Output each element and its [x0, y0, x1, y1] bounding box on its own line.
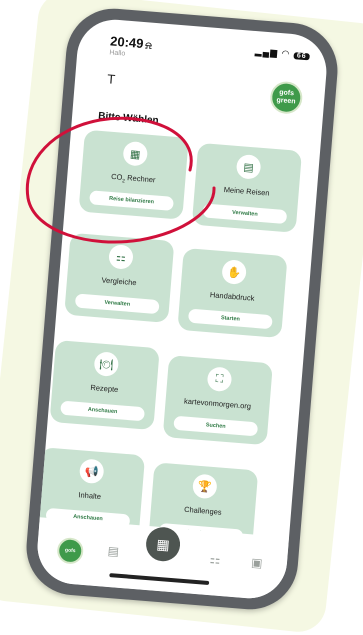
tab-logo-text-top: gofs: [64, 547, 76, 555]
stage: 20:49⍾ Hallo ▂▄▆ ◠ 66 T gofs green Bitte…: [0, 0, 363, 627]
bell-off-icon: ⍾: [144, 40, 153, 52]
compare-icon: ⚏: [108, 244, 134, 270]
status-icons: ▂▄▆ ◠ 66: [255, 46, 311, 61]
battery-icon: 66: [293, 52, 310, 61]
card-rezepte[interactable]: 🍽 Rezepte Anschauen: [49, 340, 160, 431]
card-label: Vergleiche: [101, 275, 137, 288]
page-title: T: [106, 71, 116, 87]
card-kartevonmorgen[interactable]: ⛶ kartevonmorgen.org Suchen: [162, 355, 273, 446]
map-icon: ⛶: [206, 366, 233, 393]
calculator-icon: ▦: [122, 140, 149, 167]
signal-icon: ▂▄▆: [254, 46, 279, 58]
card-label: Rezepte: [90, 382, 119, 395]
brand-logo[interactable]: gofs green: [269, 80, 304, 115]
reise-bilanzieren-button[interactable]: Reise bilanzieren: [89, 190, 174, 211]
card-label: Inhalte: [78, 490, 102, 502]
anschauen-button[interactable]: Anschauen: [60, 400, 145, 422]
card-label: Meine Reisen: [223, 184, 270, 198]
card-co2-rechner[interactable]: ▦ CO2 Rechner Reise bilanzieren: [78, 129, 189, 220]
card-label: Challenges: [183, 504, 222, 517]
card-meine-reisen[interactable]: ▤ Meine Reisen Verwalten: [191, 142, 303, 233]
verwalten-button[interactable]: Verwalten: [202, 203, 288, 225]
wifi-icon: ◠: [281, 48, 291, 59]
home-logo-icon[interactable]: gofs: [56, 536, 85, 565]
recipe-icon: 🍽: [93, 351, 120, 378]
card-label: Handabdruck: [209, 290, 255, 303]
time-text: 20:49: [109, 33, 145, 52]
phone-screen: 20:49⍾ Hallo ▂▄▆ ◠ 66 T gofs green Bitte…: [34, 16, 330, 602]
compare-tab-icon[interactable]: ⚏: [204, 549, 226, 571]
content-tab-icon[interactable]: ▣: [246, 552, 268, 574]
logo-text-bottom: green: [276, 96, 296, 106]
feature-grid: ▦ CO2 Rechner Reise bilanzieren ▤ Meine …: [34, 129, 306, 553]
phone-frame: 20:49⍾ Hallo ▂▄▆ ◠ 66 T gofs green Bitte…: [22, 5, 342, 613]
hand-icon: ✋: [221, 259, 248, 285]
calculator-fab-icon[interactable]: ▦: [144, 525, 182, 563]
section-title: Bitte Wählen: [97, 110, 160, 127]
card-vergleiche[interactable]: ⚏ Vergleiche Verwalten: [64, 232, 175, 323]
megaphone-icon: 📢: [78, 458, 105, 485]
verwalten-button[interactable]: Verwalten: [74, 293, 160, 315]
trips-tab-icon[interactable]: ▤: [103, 541, 125, 563]
card-label: kartevonmorgen.org: [183, 396, 252, 411]
card-handabdruck[interactable]: ✋ Handabdruck Starten: [177, 247, 288, 339]
status-bar: 20:49⍾ Hallo ▂▄▆ ◠ 66: [99, 33, 310, 74]
greeting: Hallo: [109, 49, 126, 58]
card-label: CO2 Rechner: [110, 171, 156, 185]
trips-icon: ▤: [235, 153, 262, 180]
suchen-button[interactable]: Suchen: [173, 415, 259, 437]
home-indicator: [109, 573, 210, 586]
trophy-icon: 🏆: [191, 473, 218, 500]
starten-button[interactable]: Starten: [187, 308, 273, 330]
